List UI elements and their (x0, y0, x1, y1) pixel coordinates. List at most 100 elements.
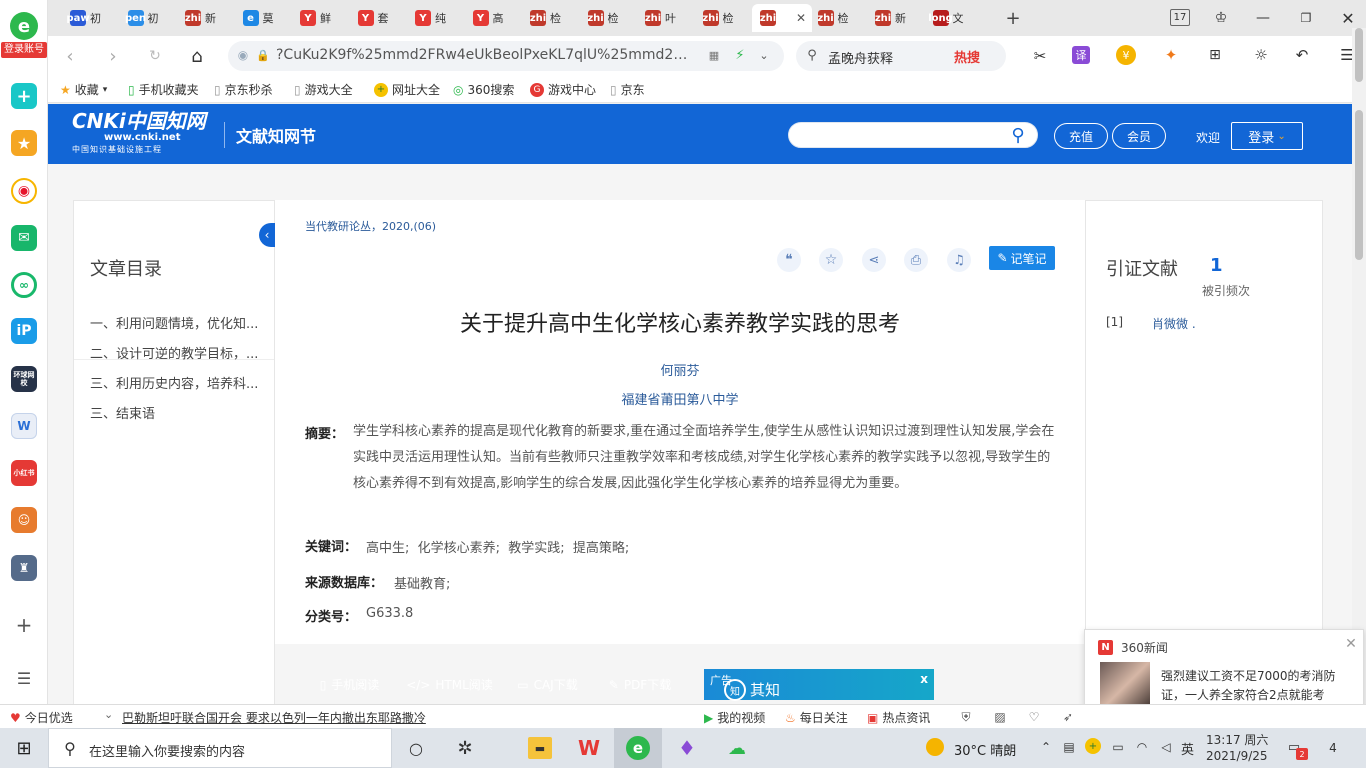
pdf-download-button[interactable]: ✎ PDF下载 (596, 669, 684, 700)
tab[interactable]: Y高 (465, 4, 521, 32)
wps-icon[interactable]: W (576, 736, 602, 760)
tab[interactable]: pen 初 (120, 4, 176, 32)
battery-icon[interactable]: ▭ (1110, 738, 1126, 756)
news-icon[interactable]: 环球网校 (11, 366, 37, 392)
news-thumbnail[interactable] (1100, 662, 1150, 710)
undo-icon[interactable]: ↶ (1292, 45, 1312, 65)
weibo-icon[interactable]: ◉ (11, 178, 37, 204)
search-box[interactable]: ⚲ 孟晚舟获释 热搜 (796, 41, 1006, 71)
close-icon[interactable]: ✕ (1343, 636, 1359, 652)
bookmark-360search[interactable]: ◎ 360搜索 (453, 81, 514, 98)
ime-indicator[interactable]: 英 (1181, 739, 1194, 758)
ip-icon[interactable]: iP (11, 318, 37, 344)
hot-news[interactable]: ▣ 热点资讯 (867, 709, 930, 726)
star-icon[interactable]: ★ (11, 130, 37, 156)
clock-time[interactable]: 13:17 周六 (1206, 731, 1268, 748)
tray-up-icon[interactable]: ⌃ (1038, 738, 1054, 756)
quote-icon[interactable]: ❝ (777, 248, 801, 272)
share-icon[interactable]: ⋖ (862, 248, 886, 272)
daily-focus[interactable]: ♨ 每日关注 (785, 709, 848, 726)
citation-count[interactable]: 1 (1210, 255, 1223, 276)
favorite-star-icon[interactable]: ☆ (819, 248, 843, 272)
toc-item[interactable]: 三、利用历史内容，培养科... (90, 373, 262, 392)
article-source[interactable]: 当代教研论丛，2020,(06) (305, 218, 436, 234)
bookmark-games[interactable]: ▯ 游戏大全 (294, 81, 353, 98)
tab[interactable]: zhi 新 (867, 4, 923, 32)
rocket-icon[interactable]: ➶ (1060, 709, 1076, 725)
game-controller-icon[interactable]: ✦ (1160, 45, 1182, 65)
game-icon[interactable]: ☺ (11, 507, 37, 533)
weather-text[interactable]: 30°C 晴朗 (954, 740, 1016, 759)
toc-item[interactable]: 三、结束语 (90, 403, 262, 422)
sidebar-menu-icon[interactable]: ☰ (14, 668, 34, 688)
notification-icon[interactable]: 4 (1322, 737, 1344, 759)
caj-download-button[interactable]: ▭ CAJ下载 (504, 669, 591, 700)
clock-date[interactable]: 2021/9/25 (1206, 749, 1268, 763)
task-view-icon[interactable]: ○ (406, 738, 426, 758)
bookmark-game-center[interactable]: G 游戏中心 (530, 81, 596, 98)
tab[interactable]: long 文 (925, 4, 981, 32)
today-picks[interactable]: ♥ 今日优选 (10, 709, 73, 726)
browser-logo-icon[interactable]: e (10, 12, 38, 40)
link-icon[interactable]: ∞ (11, 272, 37, 298)
brightness-icon[interactable]: ☼ (1251, 45, 1271, 65)
bookmark-jd-seckill[interactable]: ▯ 京东秒杀 (214, 81, 273, 98)
recharge-button[interactable]: 充值 (1054, 123, 1108, 149)
ad-banner[interactable]: 广告 知 其知 x (704, 669, 934, 701)
game2-icon[interactable]: ♜ (11, 555, 37, 581)
minimize-icon[interactable]: — (1253, 8, 1273, 28)
html-read-button[interactable]: </> HTML阅读 (400, 669, 499, 700)
url-text[interactable]: ?CuKu2K9f%25mmd2FRw4eUkBeolPxeKL7qlU%25m… (276, 47, 696, 63)
folder-icon[interactable]: ▬ (528, 737, 552, 759)
tab[interactable]: Y纯 (407, 4, 463, 32)
restore-icon[interactable]: ❐ (1296, 8, 1316, 28)
close-window-icon[interactable]: ✕ (1338, 8, 1358, 28)
bell-icon[interactable]: ♫ (947, 248, 971, 272)
article-affiliation[interactable]: 福建省莆田第八中学 (275, 389, 1085, 408)
tab-count-badge[interactable]: 17 (1170, 9, 1190, 26)
take-note-button[interactable]: ✎ 记笔记 (989, 246, 1055, 270)
login-account-button[interactable]: 登录账号 (1, 42, 47, 58)
search-query[interactable]: 孟晚舟获释 (828, 48, 938, 67)
keywords-text[interactable]: 高中生; 化学核心素养; 教学实践; 提高策略; (366, 537, 629, 556)
expand-icon[interactable]: ⌄ (104, 708, 113, 721)
coin-icon[interactable]: ¥ (1116, 45, 1136, 65)
mobile-read-button[interactable]: ▯ 手机阅读 (305, 669, 394, 700)
scissors-icon[interactable]: ✂ (1030, 46, 1050, 66)
print-icon[interactable]: ⎙ (904, 248, 928, 272)
hot-search-label[interactable]: 热搜 (954, 47, 980, 66)
tab[interactable]: zhi 检 (522, 4, 578, 32)
home-icon[interactable]: ⌂ (186, 45, 208, 67)
tab[interactable]: zhi 新 (177, 4, 233, 32)
reload-icon[interactable]: ↻ (145, 46, 165, 66)
close-tab-icon[interactable]: ✕ (796, 11, 806, 25)
bolt-icon[interactable]: ⚡ (732, 47, 748, 63)
cnki-logo[interactable]: CNKi中国知网 www.cnki.net 中国知识基础设施工程 (72, 110, 214, 158)
login-button[interactable]: 登录 ⌄ (1231, 122, 1303, 150)
ad-close-button[interactable]: x (920, 672, 928, 686)
apps-grid-icon[interactable]: ⊞ (1206, 46, 1224, 64)
bookmark-favorites[interactable]: ★ 收藏 ▾ (60, 81, 107, 98)
article-author[interactable]: 何丽芬 (275, 360, 1085, 379)
tab[interactable]: zhi 检 (695, 4, 751, 32)
my-video[interactable]: ▶ 我的视频 (704, 709, 765, 726)
new-tab-icon[interactable]: + (1003, 8, 1023, 29)
toc-item[interactable]: 二、设计可逆的教学目标，... (90, 343, 262, 362)
tray-urls-icon[interactable]: + (1085, 738, 1101, 754)
back-icon[interactable]: ‹ (60, 46, 80, 67)
tray-app-icon[interactable]: ▤ (1061, 738, 1077, 756)
windows-start-icon[interactable]: ⊞ (14, 738, 34, 759)
sidebar-add-icon[interactable]: + (14, 613, 34, 637)
tab[interactable]: e莫 (235, 4, 291, 32)
tab[interactable]: zhi 叶 (637, 4, 693, 32)
scrollbar-thumb[interactable] (1355, 110, 1363, 260)
image-icon[interactable]: ▨ (992, 709, 1008, 725)
news-text[interactable]: 强烈建议工资不足7000的考消防证，一人养全家符合2点就能考 (1161, 667, 1351, 705)
heartbeat-icon[interactable]: ♡ (1026, 709, 1042, 725)
pinwheel-icon[interactable]: ✲ (454, 737, 476, 759)
member-button[interactable]: 会员 (1112, 123, 1166, 149)
shirt-icon[interactable]: ♔ (1211, 8, 1231, 28)
tab[interactable]: paw 初 (62, 4, 118, 32)
shield-icon[interactable]: ⛨ (958, 709, 974, 725)
bookmark-url-list[interactable]: + 网址大全 (374, 81, 440, 98)
